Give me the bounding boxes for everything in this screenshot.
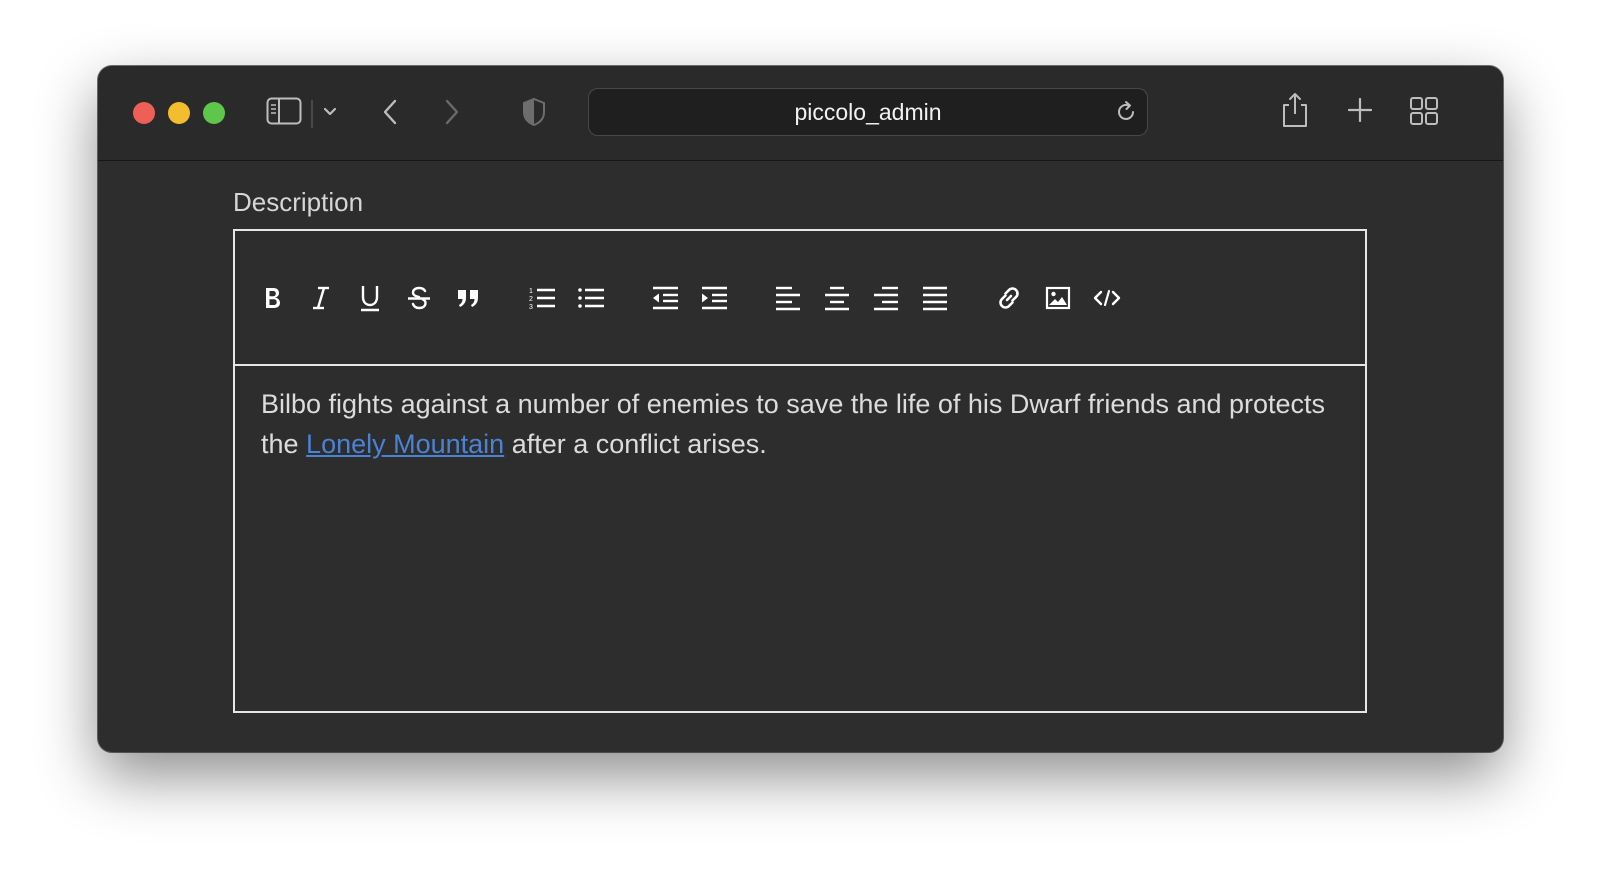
description-label: Description <box>233 187 364 217</box>
lonely-mountain-link[interactable]: Lonely Mountain <box>306 429 504 459</box>
grid-icon[interactable] <box>1409 96 1439 126</box>
image-icon[interactable] <box>1041 281 1075 315</box>
outdent-button[interactable] <box>648 281 682 315</box>
align-left-button[interactable] <box>771 281 805 315</box>
toolbar-divider <box>311 100 313 128</box>
link-icon[interactable] <box>992 281 1026 315</box>
chevron-right-icon[interactable] <box>440 96 464 128</box>
bold-button[interactable] <box>255 281 289 315</box>
align-justify-button[interactable] <box>918 281 952 315</box>
indent-button[interactable] <box>697 281 731 315</box>
reload-icon[interactable] <box>1113 99 1139 125</box>
browser-toolbar: piccolo_admin <box>98 66 1503 161</box>
address-bar[interactable]: piccolo_admin <box>588 88 1148 136</box>
maximize-window-button[interactable] <box>203 102 225 124</box>
editor-toolbar: 123 <box>235 231 1365 366</box>
editor-text-after: after a conflict arises. <box>504 429 767 459</box>
chevron-left-icon[interactable] <box>378 96 402 128</box>
bullet-list-button[interactable] <box>574 281 608 315</box>
plus-icon[interactable] <box>1346 96 1374 124</box>
page-content: Description 123 Bilbo fights against a n… <box>98 161 1503 752</box>
align-right-button[interactable] <box>869 281 903 315</box>
share-icon[interactable] <box>1280 90 1310 130</box>
address-text: piccolo_admin <box>794 98 942 125</box>
align-center-button[interactable] <box>820 281 854 315</box>
ordered-list-button[interactable]: 123 <box>525 281 559 315</box>
strikethrough-button[interactable] <box>402 281 436 315</box>
blockquote-button[interactable] <box>451 281 485 315</box>
editor-content[interactable]: Bilbo fights against a number of enemies… <box>261 384 1331 464</box>
rich-text-editor: 123 Bilbo fights against a number of ene… <box>233 229 1367 713</box>
chevron-down-icon[interactable] <box>322 104 338 120</box>
minimize-window-button[interactable] <box>168 102 190 124</box>
close-window-button[interactable] <box>133 102 155 124</box>
shield-icon[interactable] <box>520 96 548 128</box>
italic-button[interactable] <box>304 281 338 315</box>
browser-window: piccolo_admin Description 1 2 3 Bilbo fi… <box>98 66 1503 752</box>
sidebar-icon[interactable] <box>266 96 302 126</box>
svg-text:1: 1 <box>529 288 533 295</box>
svg-text:3: 3 <box>529 304 533 311</box>
svg-text:2: 2 <box>529 296 533 303</box>
code-icon[interactable] <box>1090 281 1124 315</box>
underline-button[interactable] <box>353 281 387 315</box>
